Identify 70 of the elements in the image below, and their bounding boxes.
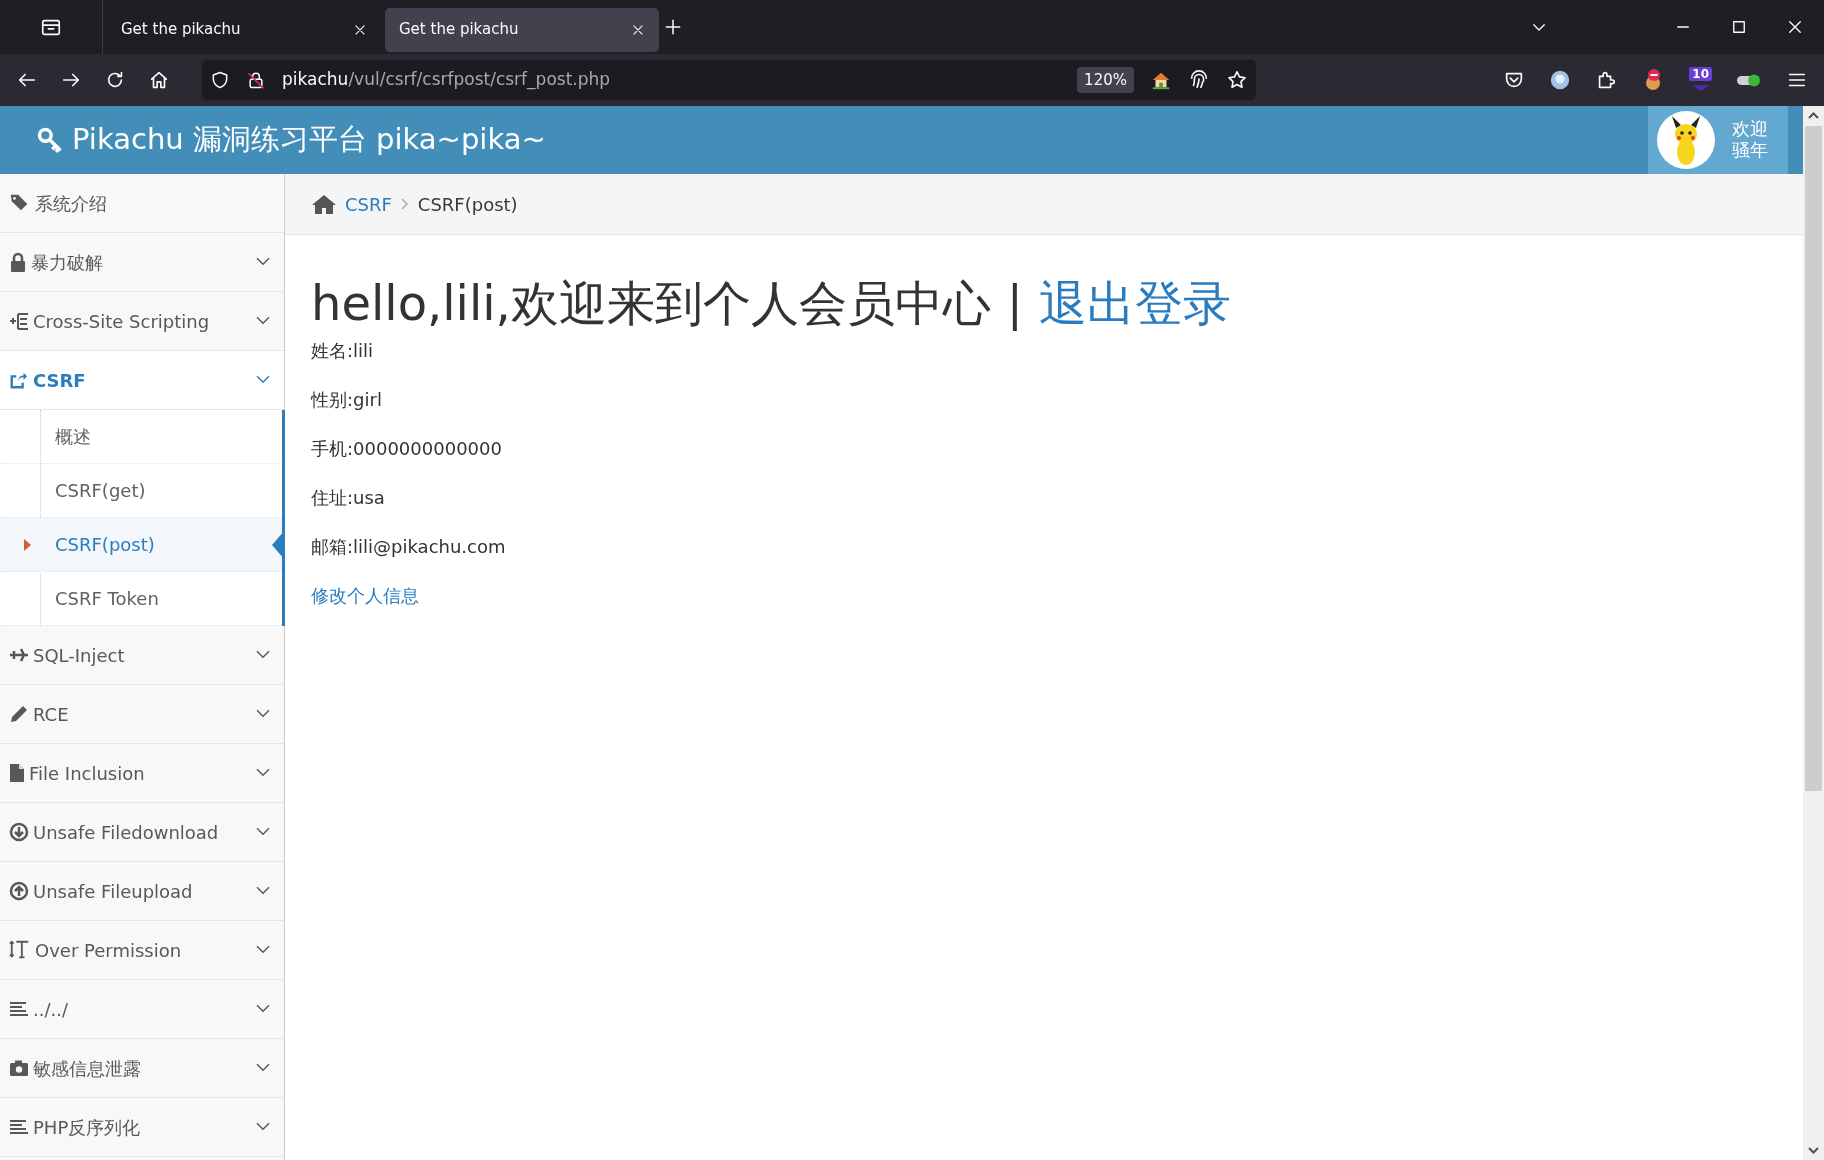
new-tab-plus-icon[interactable] bbox=[663, 17, 683, 37]
tab-title: Get the pikachu bbox=[399, 19, 519, 41]
submenu-label: CSRF(post) bbox=[55, 533, 155, 557]
zoom-level-badge[interactable]: 120% bbox=[1077, 66, 1134, 94]
globe-avatar-icon[interactable] bbox=[1549, 69, 1572, 91]
extension-button[interactable]: 10 bbox=[1689, 67, 1712, 93]
tab-title: Get the pikachu bbox=[121, 19, 241, 41]
sidebar-item[interactable]: CSRF bbox=[0, 351, 284, 410]
caret-right-icon bbox=[24, 539, 31, 551]
profile-field: 手机:0000000000000 bbox=[311, 434, 502, 462]
fingerprint-icon[interactable] bbox=[1188, 69, 1210, 91]
menu-label: File Inclusion bbox=[29, 761, 146, 786]
submenu-label: CSRF Token bbox=[55, 587, 159, 611]
submenu-item[interactable]: CSRF(post) bbox=[0, 518, 282, 572]
profile-field: 性别:girl bbox=[311, 385, 382, 413]
menu-label: Cross-Site Scripting bbox=[33, 309, 211, 334]
file-icon bbox=[9, 763, 25, 783]
upload-circle-icon bbox=[9, 881, 29, 901]
breadcrumb-current: CSRF(post) bbox=[417, 192, 518, 217]
close-icon[interactable] bbox=[631, 22, 645, 37]
profile-field: 住址:usa bbox=[311, 483, 385, 511]
maximize-icon[interactable] bbox=[1730, 18, 1748, 36]
download-circle-icon bbox=[9, 822, 29, 842]
close-icon[interactable] bbox=[353, 22, 367, 37]
extension-count-badge: 10 bbox=[1689, 67, 1712, 81]
scrollbar[interactable] bbox=[1803, 106, 1824, 1160]
align-left-icon bbox=[9, 1000, 29, 1018]
shield-icon[interactable] bbox=[210, 70, 230, 90]
menu-label: Unsafe Filedownload bbox=[33, 820, 220, 845]
submenu-item[interactable]: 概述 bbox=[0, 410, 282, 464]
star-icon[interactable] bbox=[1226, 69, 1248, 91]
submenu-label: CSRF(get) bbox=[55, 479, 146, 503]
menu-label: 暴力破解 bbox=[31, 250, 104, 275]
home-icon[interactable] bbox=[311, 193, 337, 215]
indent-list-icon bbox=[9, 311, 29, 331]
menu-label: RCE bbox=[33, 702, 70, 727]
home-icon[interactable] bbox=[148, 69, 170, 91]
profile-field: 邮箱:lili@pikachu.com bbox=[311, 532, 506, 560]
welcome-heading: hello,lili,欢迎来到个人会员中心 bbox=[311, 275, 991, 333]
align-left-icon bbox=[9, 1118, 29, 1136]
submenu-label: 概述 bbox=[55, 425, 91, 449]
key-icon bbox=[36, 126, 64, 154]
chevron-right-icon bbox=[399, 198, 410, 210]
greeting-text: 欢迎 bbox=[1732, 119, 1768, 140]
avatar-cartoon-drawing bbox=[1656, 110, 1716, 170]
menu-label: PHP反序列化 bbox=[33, 1115, 142, 1140]
menu-label: 敏感信息泄露 bbox=[33, 1056, 142, 1081]
lock-slash-icon[interactable] bbox=[246, 70, 266, 90]
close-icon[interactable] bbox=[1786, 18, 1804, 36]
menu-label: CSRF bbox=[33, 368, 87, 393]
profile-field: 姓名:lili bbox=[311, 336, 374, 364]
text-height-icon bbox=[9, 939, 31, 961]
menu-label: Over Permission bbox=[35, 938, 183, 963]
lock-icon bbox=[9, 251, 27, 273]
browser-tab[interactable]: Get the pikachu bbox=[385, 7, 659, 52]
camera-icon bbox=[9, 1059, 29, 1077]
site-title: Pikachu 漏洞练习平台 pika~pika~ bbox=[72, 121, 546, 159]
separator-text: | bbox=[1006, 275, 1024, 333]
url-text: pikachu/vul/csrf/csrfpost/csrf_post.php bbox=[282, 68, 611, 92]
pencil-icon bbox=[9, 704, 29, 724]
edit-profile-link[interactable]: 修改个人信息 bbox=[311, 581, 419, 609]
breadcrumb-link[interactable]: CSRF bbox=[345, 190, 392, 218]
greeting-text: 骚年 bbox=[1732, 140, 1768, 161]
menu-label: Unsafe Fileupload bbox=[33, 879, 194, 904]
browser-tab[interactable]: Get the pikachu bbox=[107, 7, 381, 52]
menu-label: 系统介绍 bbox=[35, 191, 108, 216]
address-bar[interactable]: pikachu/vul/csrf/csrfpost/csrf_post.php 120% bbox=[202, 60, 1256, 100]
logout-link[interactable]: 退出登录 bbox=[1039, 275, 1232, 333]
menu-label: SQL-Inject bbox=[33, 643, 126, 668]
menu-label: ../../ bbox=[33, 997, 69, 1022]
